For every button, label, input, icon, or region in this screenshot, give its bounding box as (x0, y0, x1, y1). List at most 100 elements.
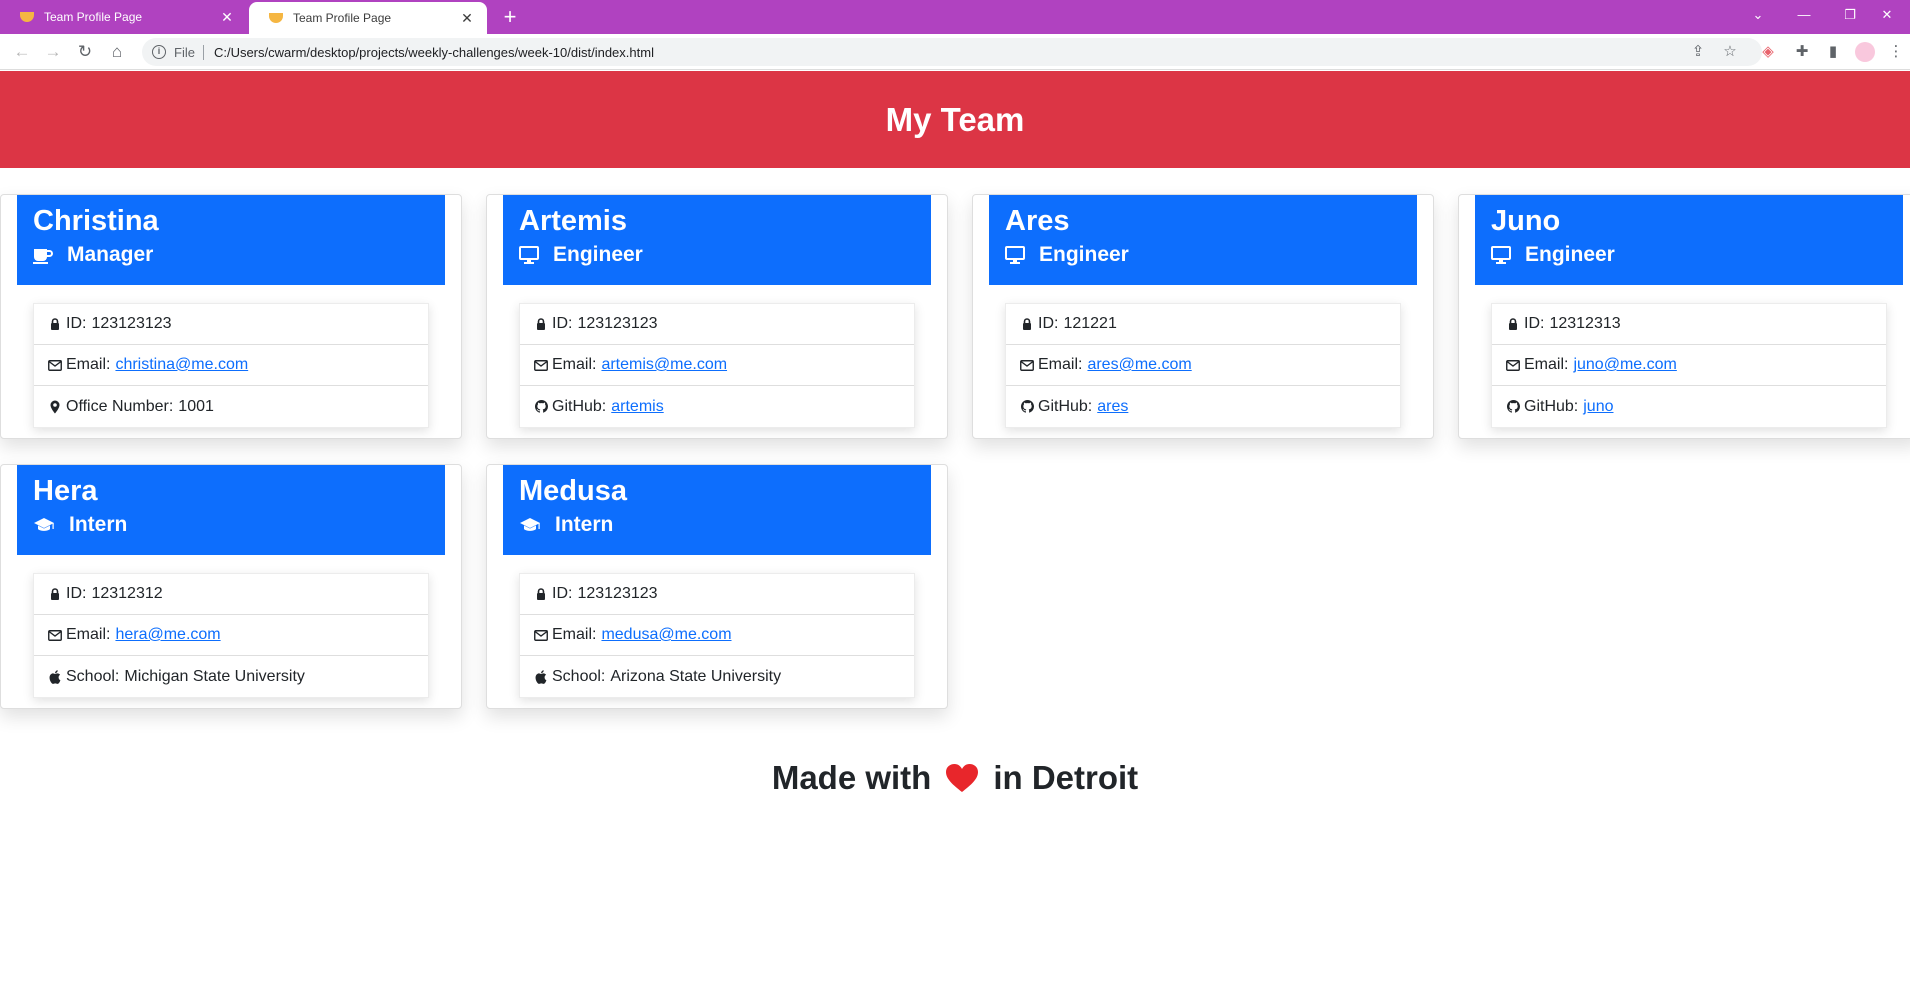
bookmark-star-icon[interactable]: ☆ (1719, 42, 1741, 62)
role-label: Intern (69, 513, 128, 536)
extra-label: GitHub: (552, 397, 607, 415)
new-tab-button[interactable]: + (497, 4, 523, 30)
email-link[interactable]: artemis@me.com (601, 356, 727, 374)
extra-label: School: (66, 667, 120, 685)
side-panel-icon[interactable]: ▮ (1822, 42, 1844, 62)
page-title: My Team (885, 100, 1025, 138)
id-label: ID: (1524, 315, 1545, 332)
employee-role: Engineer (1005, 241, 1401, 269)
card-header: Hera Intern (17, 465, 445, 555)
footer-text-before: Made with (771, 759, 932, 796)
home-button[interactable]: ⌂ (104, 40, 130, 64)
employee-role: Intern (519, 511, 915, 539)
email-link[interactable]: ares@me.com (1087, 356, 1191, 374)
desktop-icon (519, 246, 546, 264)
envelope-icon (48, 359, 62, 371)
lock-icon (534, 318, 548, 330)
id-label: ID: (66, 585, 87, 602)
browser-tab-2[interactable]: Team Profile Page ✕ (249, 2, 487, 34)
email-label: Email: (66, 356, 111, 373)
extra-row: Office Number: 1001 (34, 386, 428, 427)
employee-details: ID: 12312313 Email: juno@me.com GitHub: … (1491, 303, 1887, 428)
role-label: Engineer (553, 243, 643, 266)
employee-details: ID: 123123123 Email: artemis@me.com GitH… (519, 303, 915, 428)
id-row: ID: 12312313 (1492, 304, 1886, 345)
url-text[interactable]: C:/Users/cwarm/desktop/projects/weekly-c… (214, 45, 654, 60)
envelope-icon (534, 629, 548, 641)
employee-name: Christina (33, 205, 159, 237)
lock-icon (48, 588, 62, 600)
extra-row: School: Michigan State University (34, 656, 428, 697)
id-label: ID: (552, 315, 573, 332)
employee-name: Artemis (519, 205, 627, 237)
tab-search-icon[interactable]: ⌄ (1735, 0, 1781, 30)
github-link[interactable]: ares (1097, 398, 1128, 416)
desktop-icon (1005, 246, 1032, 264)
apple-icon (534, 669, 548, 684)
browser-tab-1[interactable]: Team Profile Page ✕ (0, 0, 247, 34)
employee-card: Ares Engineer ID: 121221 Email: ares@me.… (972, 194, 1434, 439)
share-icon[interactable]: ⇪ (1687, 42, 1709, 62)
email-label: Email: (66, 626, 111, 643)
extra-label: GitHub: (1038, 397, 1093, 415)
github-link[interactable]: artemis (611, 398, 663, 416)
address-bar[interactable]: i File C:/Users/cwarm/desktop/projects/w… (142, 38, 1762, 66)
id-value: 121221 (1063, 315, 1117, 332)
employee-name: Hera (33, 475, 98, 507)
puzzle-extensions-icon[interactable]: ✚ (1791, 42, 1813, 62)
employee-name: Medusa (519, 475, 627, 507)
menu-kebab-icon[interactable]: ⋮ (1885, 42, 1907, 62)
card-header: Ares Engineer (989, 195, 1417, 285)
site-info-icon[interactable]: i (152, 45, 166, 59)
email-link[interactable]: christina@me.com (115, 356, 248, 374)
extension-icon[interactable]: ◈ (1757, 42, 1779, 62)
id-value: 12312312 (91, 585, 163, 602)
email-label: Email: (1524, 356, 1569, 373)
minimize-button[interactable]: — (1781, 0, 1827, 30)
id-row: ID: 121221 (1006, 304, 1400, 345)
id-value: 123123123 (577, 315, 658, 332)
profile-avatar[interactable] (1855, 42, 1875, 62)
id-value: 12312313 (1549, 315, 1621, 332)
id-row: ID: 123123123 (34, 304, 428, 345)
back-button[interactable]: ← (9, 40, 35, 64)
envelope-icon (534, 359, 548, 371)
browser-toolbar: ← → ↻ ⌂ i File C:/Users/cwarm/desktop/pr… (0, 34, 1910, 70)
id-value: 123123123 (91, 315, 172, 332)
employee-name: Juno (1491, 205, 1561, 237)
envelope-icon (48, 629, 62, 641)
email-row: Email: christina@me.com (34, 345, 428, 386)
id-label: ID: (1038, 315, 1059, 332)
role-label: Intern (555, 513, 614, 536)
map-pin-icon (48, 400, 62, 414)
email-row: Email: artemis@me.com (520, 345, 914, 386)
employee-name: Ares (1005, 205, 1070, 237)
email-row: Email: hera@me.com (34, 615, 428, 656)
reload-button[interactable]: ↻ (72, 40, 98, 64)
employee-details: ID: 123123123 Email: christina@me.com Of… (33, 303, 429, 428)
card-header: Medusa Intern (503, 465, 931, 555)
github-link[interactable]: juno (1583, 398, 1613, 416)
employee-details: ID: 12312312 Email: hera@me.com School: … (33, 573, 429, 698)
email-label: Email: (552, 356, 597, 373)
employee-role: Engineer (519, 241, 915, 269)
email-link[interactable]: juno@me.com (1573, 356, 1676, 374)
forward-button[interactable]: → (40, 40, 66, 64)
email-link[interactable]: hera@me.com (115, 626, 220, 644)
close-tab-icon[interactable]: ✕ (459, 10, 475, 27)
tab-title: Team Profile Page (44, 10, 143, 24)
role-label: Engineer (1039, 243, 1129, 266)
tab-strip: Team Profile Page ✕ Team Profile Page ✕ … (0, 0, 1910, 34)
page-header: My Team (0, 71, 1910, 168)
id-row: ID: 123123123 (520, 574, 914, 615)
card-header: Christina Manager (17, 195, 445, 285)
card-header: Artemis Engineer (503, 195, 931, 285)
tab-title: Team Profile Page (293, 11, 392, 25)
close-tab-icon[interactable]: ✕ (219, 9, 235, 26)
close-window-button[interactable]: ✕ (1864, 0, 1910, 30)
id-value: 123123123 (577, 585, 658, 602)
email-link[interactable]: medusa@me.com (601, 626, 731, 644)
office-number-value: 1001 (178, 397, 214, 415)
email-row: Email: medusa@me.com (520, 615, 914, 656)
tab-favicon-icon (20, 12, 34, 22)
